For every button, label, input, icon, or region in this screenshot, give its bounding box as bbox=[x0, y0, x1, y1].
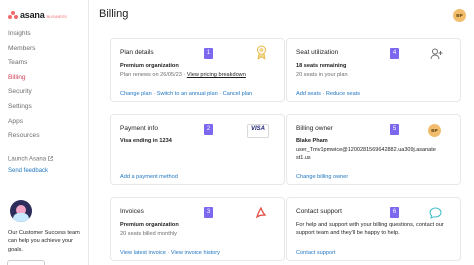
pdf-icon bbox=[255, 206, 267, 224]
seat-utilization-card: Seat utilization 4 18 seats remaining 20… bbox=[286, 38, 461, 102]
invoice-actions: View latest invoice · View invoice histo… bbox=[120, 250, 220, 256]
contact-support-card: Contact support 6 For help and support w… bbox=[286, 197, 461, 261]
customer-success-button[interactable] bbox=[7, 260, 45, 265]
visa-card-icon: VISA bbox=[247, 124, 269, 143]
card-number-badge: 2 bbox=[204, 124, 213, 135]
sidebar-item-billing[interactable]: Billing bbox=[0, 71, 88, 86]
card-title: Contact support bbox=[296, 208, 342, 215]
customer-success-avatar bbox=[10, 200, 32, 222]
switch-annual-plan-link[interactable]: Switch to an annual plan bbox=[157, 91, 218, 97]
card-title: Plan details bbox=[120, 49, 154, 56]
card-title: Seat utilization bbox=[296, 49, 339, 56]
launch-asana-link[interactable]: Launch Asana bbox=[8, 156, 53, 163]
card-number-badge: 6 bbox=[390, 207, 399, 218]
sidebar-item-apps[interactable]: Apps bbox=[0, 115, 88, 130]
cancel-plan-link[interactable]: Cancel plan bbox=[223, 91, 253, 97]
send-feedback-link[interactable]: Send feedback bbox=[8, 168, 48, 174]
sidebar-item-members[interactable]: Members bbox=[0, 42, 88, 57]
contact-support-link[interactable]: Contact support bbox=[296, 250, 336, 256]
customer-success-text: Our Customer Success team can help you a… bbox=[8, 230, 80, 253]
billing-owner-card: Billing owner 5 BP Blake Pham user_Tmv1p… bbox=[286, 114, 461, 185]
plan-name: Premium organization bbox=[120, 63, 179, 69]
view-invoice-history-link[interactable]: View invoice history bbox=[171, 250, 220, 256]
add-payment-method-link[interactable]: Add a payment method bbox=[120, 174, 178, 180]
page-title: Billing bbox=[99, 8, 129, 20]
asana-logo-icon bbox=[8, 11, 18, 19]
billing-owner-email: user_Tmv1pmwice@1200281569642882.ua309j.… bbox=[296, 146, 436, 162]
sidebar-item-settings[interactable]: Settings bbox=[0, 100, 88, 115]
card-number-badge: 5 bbox=[390, 124, 399, 135]
seats-remaining: 18 seats remaining bbox=[296, 63, 347, 69]
plan-details-card: Plan details 1 Premium organization Plan… bbox=[110, 38, 285, 102]
external-link-icon bbox=[47, 156, 53, 163]
add-user-icon bbox=[430, 47, 443, 65]
email-line-2: st1.us bbox=[296, 155, 311, 161]
card-number-badge: 1 bbox=[204, 48, 213, 59]
change-billing-owner-link[interactable]: Change billing owner bbox=[296, 174, 348, 180]
invoice-billing-text: 20 seats billed monthly bbox=[120, 231, 177, 237]
email-line-1: user_Tmv1pmwice@1200281569642882.ua309j.… bbox=[296, 147, 436, 153]
billing-owner-avatar: BP bbox=[428, 124, 441, 137]
card-title: Invoices bbox=[120, 208, 144, 215]
billing-owner-name: Blake Pham bbox=[296, 138, 328, 144]
sidebar: asana BUSINESS Insights Members Teams Bi… bbox=[0, 0, 89, 265]
pricing-breakdown-link[interactable]: View pricing breakdown bbox=[187, 72, 246, 78]
logo-text: asana bbox=[20, 10, 45, 20]
sidebar-item-teams[interactable]: Teams bbox=[0, 56, 88, 71]
card-number-badge: 4 bbox=[390, 48, 399, 59]
sidebar-item-insights[interactable]: Insights bbox=[0, 27, 88, 42]
card-title: Payment info bbox=[120, 125, 158, 132]
plan-renewal-text: Plan renews on 26/05/23 · bbox=[120, 72, 187, 78]
visa-label: VISA bbox=[250, 126, 265, 132]
invoice-plan-name: Premium organization bbox=[120, 222, 179, 228]
invoices-card: Invoices 3 Premium organization 20 seats… bbox=[110, 197, 285, 261]
seats-in-plan: 20 seats in your plan bbox=[296, 72, 348, 78]
sidebar-item-resources[interactable]: Resources bbox=[0, 129, 88, 144]
sidebar-item-security[interactable]: Security bbox=[0, 85, 88, 100]
logo-edition: BUSINESS bbox=[46, 13, 67, 19]
reduce-seats-link[interactable]: Reduce seats bbox=[326, 91, 360, 97]
card-number-badge: 3 bbox=[204, 207, 213, 218]
support-text: For help and support with your billing q… bbox=[296, 222, 444, 236]
sidebar-nav: Insights Members Teams Billing Security … bbox=[0, 27, 88, 144]
award-ribbon-icon bbox=[256, 45, 267, 65]
user-avatar[interactable]: BP bbox=[453, 9, 466, 22]
plan-actions: Change plan · Switch to an annual plan ·… bbox=[120, 91, 253, 97]
asana-logo[interactable]: asana BUSINESS bbox=[8, 10, 67, 20]
plan-renewal: Plan renews on 26/05/23 · View pricing b… bbox=[120, 72, 246, 78]
card-title: Billing owner bbox=[296, 125, 333, 132]
launch-asana-label: Launch Asana bbox=[8, 156, 47, 163]
change-plan-link[interactable]: Change plan bbox=[120, 91, 152, 97]
seat-actions: Add seats · Reduce seats bbox=[296, 91, 361, 97]
payment-info-card: Payment info 2 VISA Visa ending in 1234 … bbox=[110, 114, 285, 185]
add-seats-link[interactable]: Add seats bbox=[296, 91, 321, 97]
payment-card-text: Visa ending in 1234 bbox=[120, 138, 172, 144]
view-latest-invoice-link[interactable]: View latest invoice bbox=[120, 250, 166, 256]
